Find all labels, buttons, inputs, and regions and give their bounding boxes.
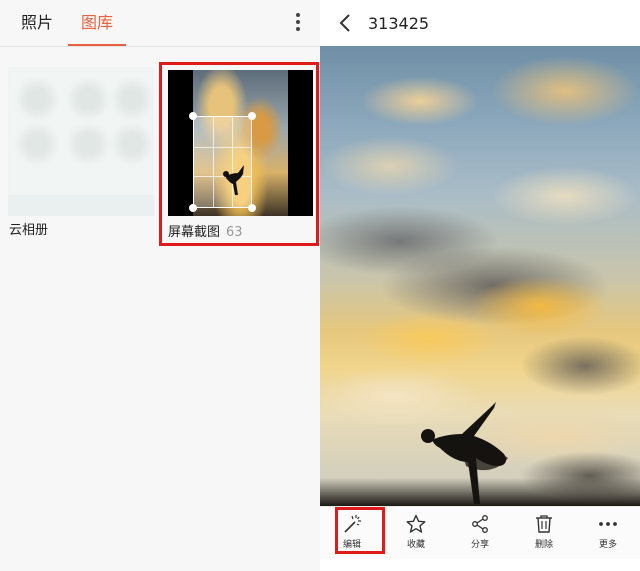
more-label: 更多 — [598, 540, 617, 550]
photo-image[interactable] — [320, 46, 640, 506]
album-cover-cloud[interactable] — [8, 67, 154, 216]
share-button[interactable]: 分享 — [448, 507, 512, 559]
favorite-label: 收藏 — [406, 540, 425, 550]
viewer-title: 313425 — [368, 14, 430, 33]
trash-icon — [536, 515, 552, 533]
favorite-button[interactable]: 收藏 — [384, 507, 448, 559]
dancer-silhouette — [421, 402, 508, 504]
album-name: 云相册 — [9, 223, 49, 238]
delete-label: 删除 — [534, 540, 553, 550]
tab-library[interactable]: 图库 — [68, 0, 126, 46]
viewer-header: 313425 — [320, 0, 640, 46]
share-icon — [472, 515, 488, 533]
tab-bar: 照片 图库 — [0, 0, 320, 47]
more-vertical-icon[interactable] — [290, 13, 306, 33]
share-label: 分享 — [470, 540, 489, 550]
back-arrow-icon[interactable] — [338, 14, 352, 32]
tab-photos[interactable]: 照片 — [14, 0, 60, 44]
highlight-box — [335, 507, 385, 554]
photo-viewer: 313425 编辑 收藏 分享 删除 更多 — [320, 0, 640, 571]
more-button[interactable]: 更多 — [576, 507, 640, 559]
more-horizontal-icon — [599, 522, 617, 526]
star-icon — [406, 514, 426, 533]
delete-button[interactable]: 删除 — [512, 507, 576, 559]
highlight-box — [159, 62, 319, 246]
album-label: 云相册 — [9, 219, 48, 238]
